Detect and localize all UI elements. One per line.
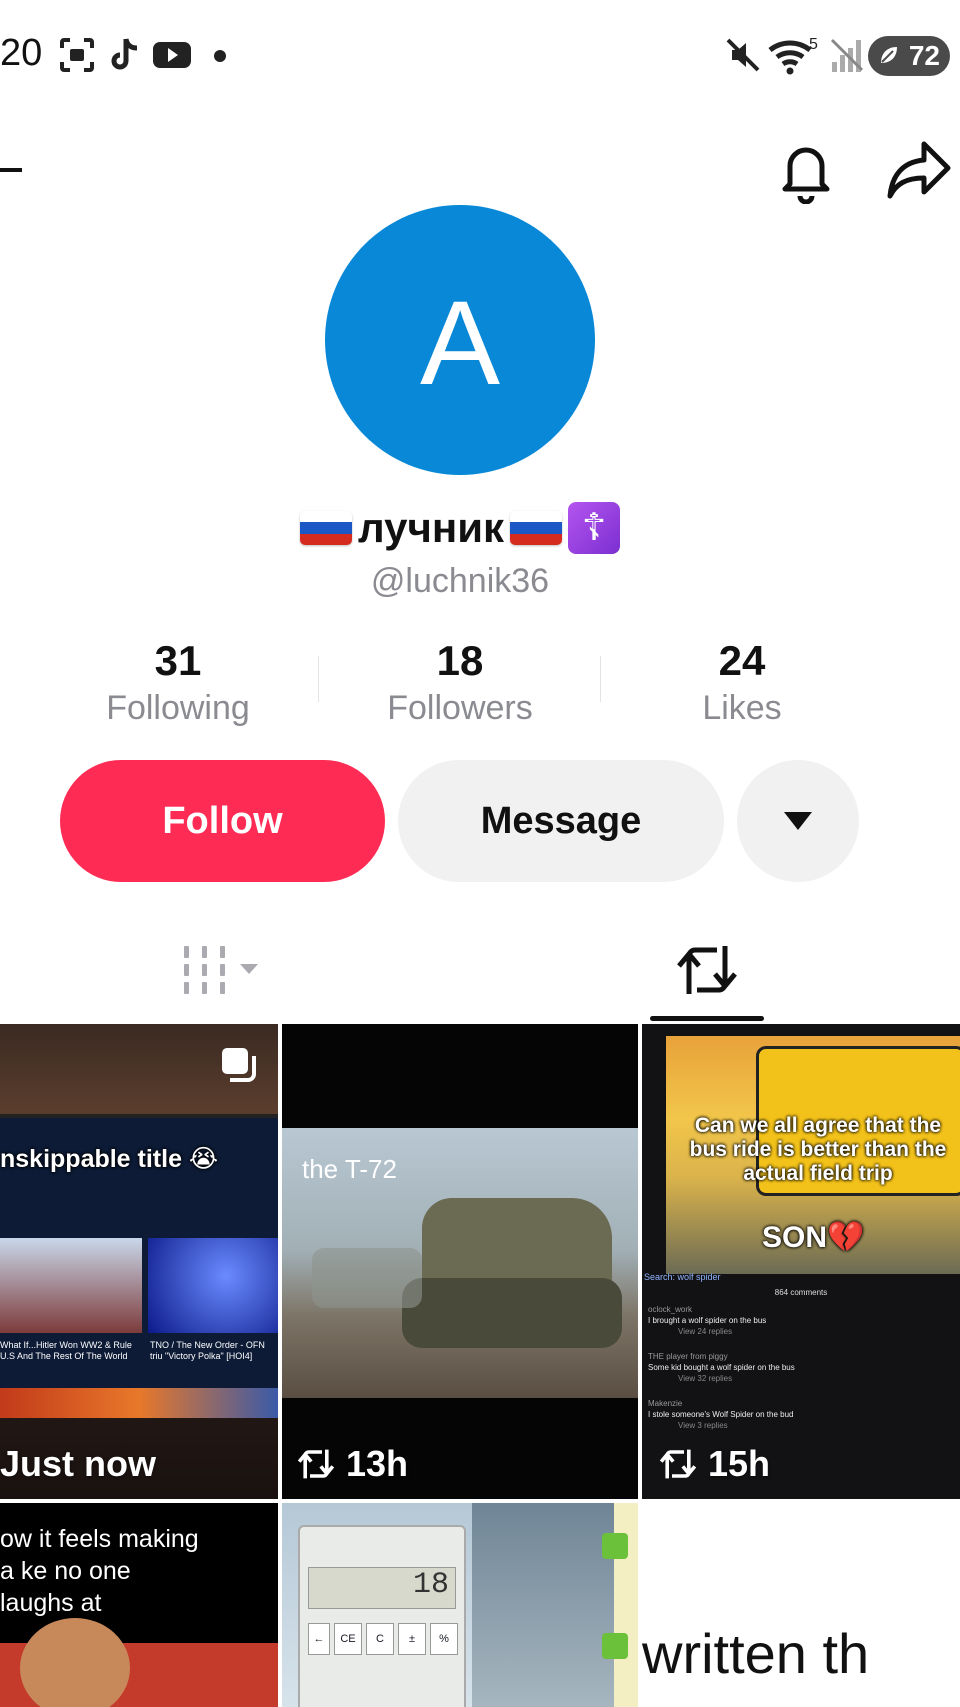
tab-reposts[interactable] (650, 920, 764, 1020)
tile-caption-2: SON💔 (762, 1221, 865, 1254)
comment: Makenzie I stole someone's Wolf Spider o… (648, 1398, 954, 1431)
battery-icon: 72 (868, 36, 950, 76)
tile-meta: 13h (296, 1443, 408, 1485)
comment-list: oclock_work I brought a wolf spider on t… (648, 1304, 954, 1431)
tank-shape (402, 1278, 622, 1348)
screenshot-icon (60, 38, 94, 72)
share-icon[interactable] (886, 140, 952, 200)
calculator-shape: 18 ← CE C ± % (298, 1525, 466, 1707)
leaf-icon (881, 47, 897, 63)
video-sub-title: What If...Hitler Won WW2 & Rule U.S And … (0, 1340, 132, 1361)
tile-meta: 15h (658, 1443, 770, 1485)
calc-key: CE (334, 1623, 362, 1655)
tank-shape (312, 1248, 422, 1308)
likes-label: Likes (702, 689, 782, 727)
following-count: 31 (154, 637, 202, 684)
video-tile[interactable]: ow it feels making a ke no one laughs at (0, 1503, 278, 1707)
avatar[interactable]: A (325, 205, 595, 475)
comments-count: 864 comments (774, 1288, 828, 1297)
repost-icon (659, 1449, 697, 1479)
username: @luchnik36 (370, 562, 550, 600)
active-tab-indicator (650, 1016, 764, 1021)
calculator-display: 18 (308, 1567, 456, 1609)
stat-divider (600, 656, 601, 702)
calc-key: % (430, 1623, 458, 1655)
tiktok-icon (111, 38, 138, 70)
calc-key: ← (308, 1623, 330, 1655)
comment-replies: View 3 replies (678, 1421, 728, 1430)
bell-icon[interactable] (778, 140, 834, 204)
comment: THE player from piggy Some kid bought a … (648, 1351, 954, 1384)
no-signal-icon (830, 38, 864, 72)
tab-videos[interactable] (160, 920, 280, 1020)
display-name: лучник ☦ (0, 502, 920, 554)
tile-caption: Can we all agree that the bus ride is be… (689, 1114, 947, 1185)
comment-text: Some kid bought a wolf spider on the bus (648, 1363, 795, 1372)
comment-text: I brought a wolf spider on the bus (648, 1316, 767, 1325)
status-bar: 20 5 72 (0, 0, 960, 110)
mute-icon (726, 38, 760, 72)
followers-count: 18 (436, 637, 484, 684)
dot-icon (214, 50, 226, 62)
video-tile[interactable]: What If...Hitler Won WW2 & Rule U.S And … (0, 1024, 278, 1499)
comment-text: I stole someone's Wolf Spider on the bud (648, 1410, 794, 1419)
stat-followers[interactable]: 18 Followers (330, 636, 590, 730)
tile-caption: the T-72 (302, 1154, 397, 1184)
repost-icon (297, 1449, 335, 1479)
battery-level: 72 (908, 40, 940, 71)
video-tile[interactable]: the T-72 13h (282, 1024, 638, 1499)
comment-user: THE player from piggy (648, 1352, 728, 1361)
video-tile[interactable]: Can we all agree that the bus ride is be… (642, 1024, 960, 1499)
likes-count: 24 (718, 637, 766, 684)
wifi-level: 5 (809, 36, 818, 53)
status-time: 20 (0, 32, 43, 74)
calc-key: ± (398, 1623, 426, 1655)
calculator-keys: ← CE C ± % (308, 1623, 458, 1655)
tile-caption: ow it feels making a ke no one laughs at (0, 1525, 199, 1617)
video-sub-title: TNO / The New Order - OFN triu "Victory … (150, 1340, 265, 1361)
dog-face-shape (20, 1618, 130, 1707)
comment: oclock_work I brought a wolf spider on t… (648, 1304, 954, 1337)
back-button[interactable] (0, 168, 22, 172)
caret-down-icon (784, 812, 812, 830)
repost-icon (677, 946, 737, 994)
stat-divider (318, 656, 319, 702)
multi-photo-icon (222, 1048, 256, 1082)
search-label: Search: wolf spider (644, 1272, 721, 1282)
thumbnail (148, 1238, 278, 1333)
videos-grid-icon (184, 946, 258, 994)
avatar-letter: A (419, 276, 501, 410)
post-time: 13h (346, 1443, 409, 1484)
tile-caption: written th (642, 1622, 870, 1685)
wifi-icon: 5 (768, 36, 818, 75)
comment-user: Makenzie (648, 1399, 683, 1408)
display-name-text: лучник (357, 504, 505, 551)
tile-meta: Just now (0, 1443, 156, 1485)
comment-replies: View 32 replies (678, 1374, 733, 1383)
youtube-icon (153, 42, 191, 68)
following-label: Following (106, 689, 250, 727)
thumbnail (0, 1238, 142, 1333)
russia-flag-icon (299, 511, 352, 545)
video-tile[interactable]: written th (642, 1503, 960, 1707)
message-button[interactable]: Message (398, 760, 724, 882)
more-options-button[interactable] (737, 760, 859, 882)
post-time: Just now (0, 1443, 157, 1484)
post-time: 15h (708, 1443, 771, 1484)
comment-replies: View 24 replies (678, 1327, 733, 1336)
tile-caption: nskippable title 😭 (0, 1145, 219, 1173)
video-tile[interactable]: 18 ← CE C ± % (282, 1503, 638, 1707)
green-square (602, 1533, 628, 1559)
followers-label: Followers (387, 689, 533, 727)
stat-following[interactable]: 31 Following (48, 636, 308, 730)
russia-flag-icon (510, 511, 563, 545)
green-square (602, 1633, 628, 1659)
follow-button[interactable]: Follow (60, 760, 385, 882)
stat-likes[interactable]: 24 Likes (612, 636, 872, 730)
calc-key: C (366, 1623, 394, 1655)
comment-user: oclock_work (648, 1305, 693, 1314)
thumbnail-strip (0, 1388, 278, 1418)
orthodox-cross-icon: ☦ (568, 502, 621, 554)
